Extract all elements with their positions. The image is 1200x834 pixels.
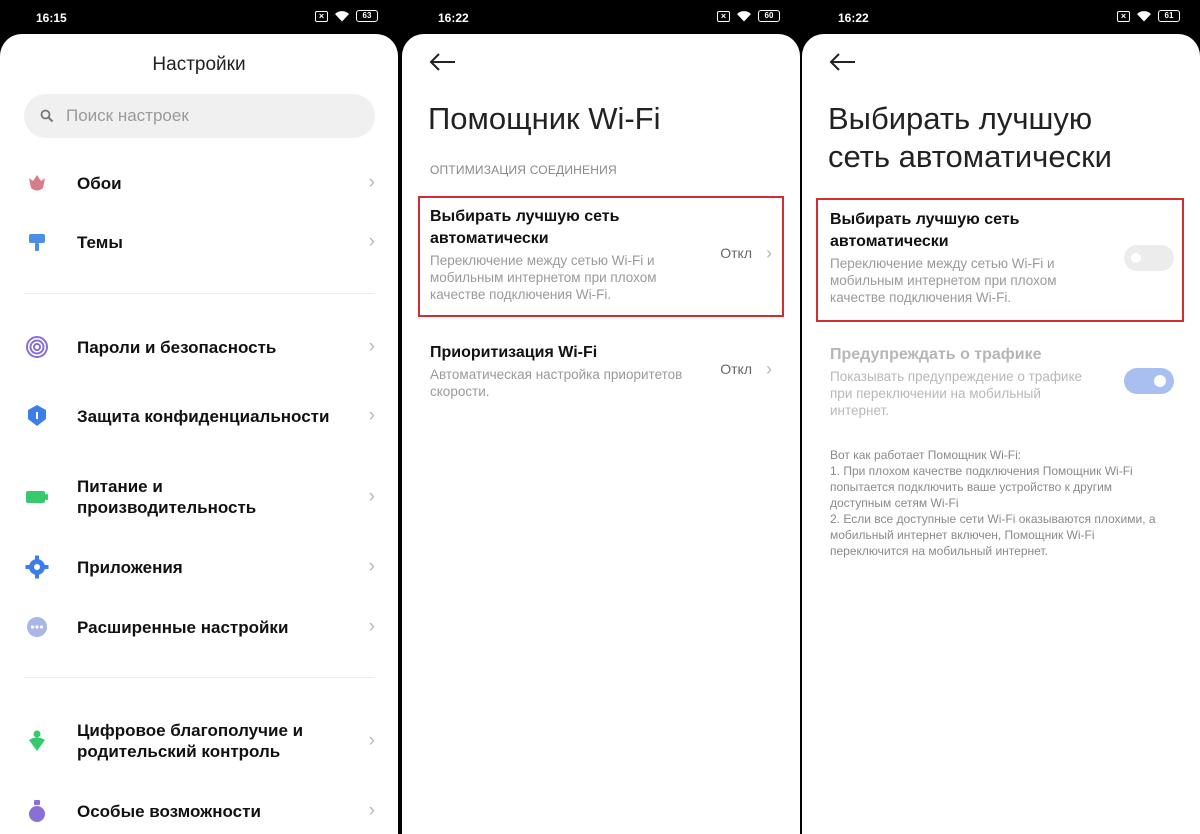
back-arrow-icon[interactable] <box>828 48 858 76</box>
wifi-icon <box>737 11 751 22</box>
settings-item-label: Пароли и безопасность <box>77 337 277 357</box>
no-sim-icon: × <box>1117 10 1130 22</box>
settings-item-advanced[interactable]: Расширенные настройки › <box>24 612 380 642</box>
option-title: Предупреждать о трафике <box>830 346 1042 363</box>
traffic-warning-option[interactable]: Предупреждать о трафике Показывать преду… <box>830 344 1175 419</box>
brush-icon <box>24 229 50 255</box>
wifi-priority-option[interactable]: Приоритизация Wi-Fi Автоматическая настр… <box>430 342 780 400</box>
chevron-right-icon: › <box>368 800 375 821</box>
divider <box>24 677 375 678</box>
auto-select-network-panel: 16:22 × 61 Выбирать лучшую сеть автомати… <box>802 0 1200 834</box>
page-title-line: сеть автоматически <box>828 139 1112 174</box>
chevron-right-icon: › <box>368 486 375 507</box>
status-bar: 16:22 × 61 <box>802 0 1200 34</box>
chevron-right-icon: › <box>766 359 772 379</box>
option-value: Откл <box>720 361 752 377</box>
chevron-right-icon: › <box>368 172 375 193</box>
back-arrow-icon[interactable] <box>428 48 458 76</box>
settings-item-apps[interactable]: Приложения › <box>24 552 380 582</box>
settings-item-wallpaper[interactable]: Обои › <box>24 168 380 198</box>
status-time: 16:15 <box>36 11 67 25</box>
settings-item-wellbeing[interactable]: Цифровое благополучие и родительский кон… <box>24 719 380 763</box>
wifi-assistant-panel: 16:22 × 60 Помощник Wi-Fi ОПТИМИЗАЦИЯ СО… <box>402 0 800 834</box>
tulip-icon <box>24 170 50 196</box>
status-time: 16:22 <box>438 11 469 25</box>
divider <box>24 293 375 294</box>
battery-indicator: 63 <box>356 10 378 22</box>
wifi-assistant-screen: Помощник Wi-Fi ОПТИМИЗАЦИЯ СОЕДИНЕНИЯ Вы… <box>402 34 800 834</box>
status-bar: 16:15 × 63 <box>0 0 398 34</box>
auto-select-network-screen: Выбирать лучшую сеть автоматически Выбир… <box>802 34 1200 834</box>
settings-item-label: Питание и производительность <box>77 477 257 517</box>
info-line: 1. При плохом качестве подключения Помощ… <box>830 464 1133 510</box>
settings-item-label: Цифровое благополучие и родительский кон… <box>77 721 304 761</box>
settings-item-label: Защита конфиденциальности <box>77 406 330 426</box>
status-time: 16:22 <box>838 11 869 25</box>
battery-indicator: 61 <box>1158 10 1180 22</box>
traffic-warning-toggle[interactable] <box>1124 368 1174 394</box>
info-line: 2. Если все доступные сети Wi-Fi оказыва… <box>830 512 1156 558</box>
settings-item-label: Обои <box>77 173 122 193</box>
option-title: Приоритизация Wi-Fi <box>430 344 598 361</box>
settings-item-accessibility[interactable]: Особые возможности › <box>24 796 380 826</box>
search-bar[interactable] <box>24 94 375 138</box>
wifi-icon <box>335 11 349 22</box>
search-input[interactable] <box>66 106 346 126</box>
highlight-box <box>418 196 784 317</box>
settings-item-label: Приложения <box>77 557 183 577</box>
settings-item-privacy[interactable]: Защита конфиденциальности › <box>24 394 380 438</box>
accessibility-icon <box>24 798 50 824</box>
settings-item-passwords[interactable]: Пароли и безопасность › <box>24 332 380 362</box>
settings-item-label: Темы <box>77 232 123 252</box>
more-dots-icon <box>24 614 50 640</box>
battery-icon <box>24 484 50 510</box>
wellbeing-icon <box>24 728 50 754</box>
status-bar: 16:22 × 60 <box>402 0 800 34</box>
wifi-icon <box>1137 11 1151 22</box>
chevron-right-icon: › <box>368 616 375 637</box>
settings-item-battery[interactable]: Питание и производительность › <box>24 475 380 519</box>
highlight-box <box>816 198 1184 322</box>
settings-panel: 16:15 × 63 Настройки Обои › Темы › <box>0 0 398 834</box>
chevron-right-icon: › <box>368 730 375 751</box>
no-sim-icon: × <box>315 10 328 22</box>
option-description: Автоматическая настройка приоритетов ско… <box>430 367 683 399</box>
chevron-right-icon: › <box>368 405 375 426</box>
shield-icon <box>24 403 50 429</box>
page-title: Настройки <box>152 54 246 75</box>
chevron-right-icon: › <box>368 231 375 252</box>
fingerprint-icon <box>24 334 50 360</box>
no-sim-icon: × <box>717 10 730 22</box>
settings-item-label: Особые возможности <box>77 801 261 821</box>
info-text: Вот как работает Помощник Wi-Fi: 1. При … <box>830 447 1160 559</box>
option-description: Показывать предупреждение о трафике при … <box>830 369 1083 418</box>
gear-icon <box>24 554 50 580</box>
battery-indicator: 60 <box>758 10 780 22</box>
settings-item-themes[interactable]: Темы › <box>24 227 380 257</box>
settings-item-label: Расширенные настройки <box>77 617 289 637</box>
page-title: Помощник Wi-Fi <box>428 101 661 136</box>
chevron-right-icon: › <box>368 556 375 577</box>
search-icon <box>40 109 54 123</box>
page-title-line: Выбирать лучшую <box>828 101 1093 136</box>
page-title: Выбирать лучшую сеть автоматически <box>828 100 1112 176</box>
section-header: ОПТИМИЗАЦИЯ СОЕДИНЕНИЯ <box>430 163 617 177</box>
chevron-right-icon: › <box>368 336 375 357</box>
settings-screen: Настройки Обои › Темы › Пароли и безопас… <box>0 34 398 834</box>
info-line: Вот как работает Помощник Wi-Fi: <box>830 448 1022 462</box>
